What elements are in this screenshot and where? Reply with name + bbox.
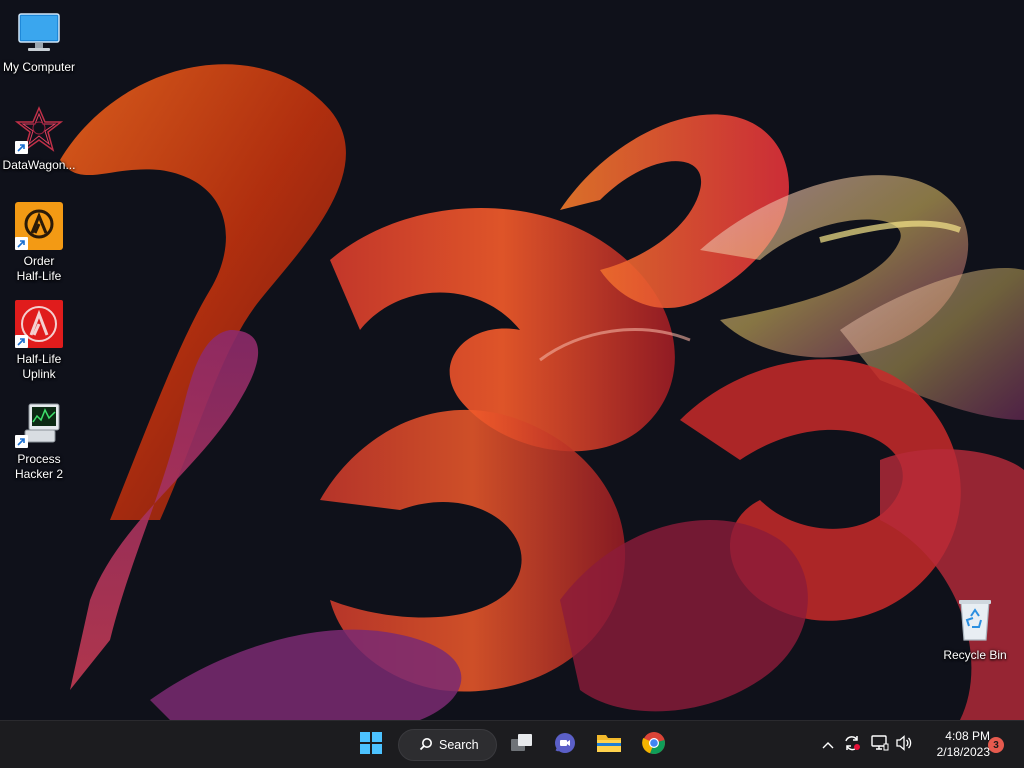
search-icon (419, 737, 433, 754)
clock-time: 4:08 PM (945, 729, 990, 743)
half-life-red-icon (15, 300, 63, 348)
desktop-icon-recycle-bin[interactable]: Recycle Bin (937, 596, 1013, 663)
sync-icon (843, 734, 861, 757)
desktop-icon-my-computer[interactable]: My Computer (1, 8, 77, 75)
task-view-icon (510, 733, 534, 758)
taskbar-search-box[interactable]: Search (398, 729, 497, 761)
process-hacker-icon (15, 400, 63, 448)
search-label: Search (439, 738, 479, 752)
show-hidden-icons-button[interactable] (818, 735, 838, 755)
taskbar-clock[interactable]: 4:08 PM 2/18/2023 (918, 728, 990, 760)
volume-icon (895, 734, 913, 756)
shortcut-arrow-icon (15, 237, 28, 250)
datawagon-icon (14, 106, 64, 154)
chat-button[interactable] (547, 727, 583, 763)
sync-tray-button[interactable] (842, 735, 862, 755)
taskbar: Search 4:08 PM 2/18/2023 3 (0, 720, 1024, 768)
desktop-wallpaper (0, 0, 1024, 720)
chevron-up-icon (822, 736, 834, 754)
clock-date: 2/18/2023 (936, 745, 990, 759)
desktop-icon-label: DataWagon... (2, 158, 76, 172)
file-explorer-button[interactable] (591, 727, 627, 763)
half-life-orange-icon (15, 202, 63, 250)
start-button[interactable] (352, 727, 390, 763)
task-view-button[interactable] (504, 727, 540, 763)
network-icon (871, 734, 889, 756)
notification-badge[interactable]: 3 (988, 737, 1004, 753)
chrome-button[interactable] (636, 727, 672, 763)
monitor-icon (15, 8, 63, 56)
network-tray-button[interactable] (870, 734, 890, 756)
recycle-bin-icon (951, 596, 999, 644)
desktop-icon-label: My Computer (2, 60, 76, 74)
desktop-icon-order-half-life[interactable]: Order Half-Life (1, 202, 77, 284)
shortcut-arrow-icon (15, 141, 28, 154)
file-explorer-icon (596, 732, 622, 759)
desktop-icon-label: Order Half-Life (16, 254, 62, 283)
shortcut-arrow-icon (15, 335, 28, 348)
desktop-icon-process-hacker[interactable]: Process Hacker 2 (1, 400, 77, 482)
shortcut-arrow-icon (15, 435, 28, 448)
desktop-icon-label: Half-Life Uplink (16, 352, 62, 381)
desktop-icon-label: Recycle Bin (943, 648, 1007, 662)
teams-chat-icon (553, 731, 577, 760)
desktop-icon-datawagon[interactable]: DataWagon... (1, 106, 77, 173)
windows-start-icon (360, 731, 382, 759)
volume-tray-button[interactable] (894, 734, 914, 756)
wallpaper-art (0, 0, 1024, 720)
chrome-icon (642, 731, 666, 760)
desktop-icon-half-life-uplink[interactable]: Half-Life Uplink (1, 300, 77, 382)
desktop-icon-label: Process Hacker 2 (14, 452, 64, 481)
